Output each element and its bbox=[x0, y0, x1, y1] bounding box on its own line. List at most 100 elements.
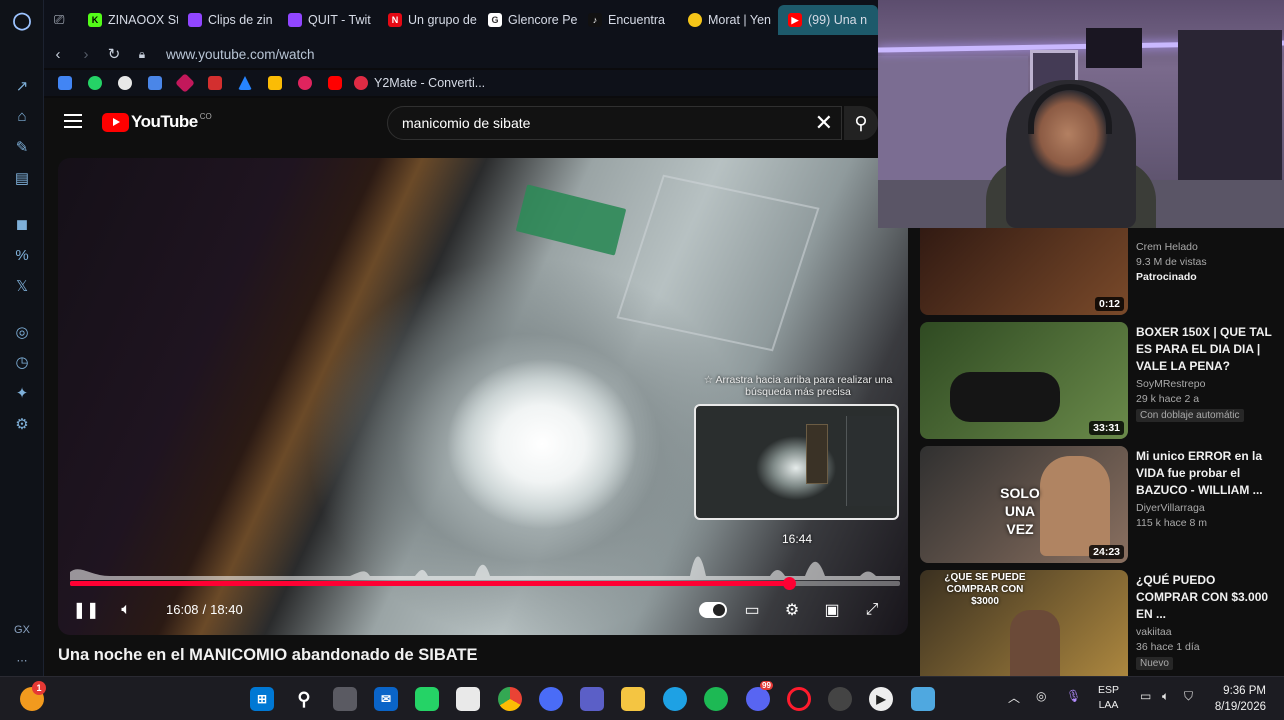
pen-icon[interactable]: ✎ bbox=[12, 137, 32, 157]
back-arrow-icon[interactable]: ‹ bbox=[44, 46, 72, 63]
bookmark-y2mate[interactable]: Y2Mate - Converti... bbox=[354, 76, 485, 90]
recommendation-item[interactable]: SOLO UNA VEZ 24:23 Mi unico ERROR en la … bbox=[920, 446, 1284, 564]
video-thumbnail[interactable]: SOLO UNA VEZ 24:23 bbox=[920, 446, 1128, 563]
video-title[interactable]: BOXER 150X | QUE TAL ES PARA EL DIA DIA … bbox=[1136, 324, 1276, 375]
bookmark-atlassian[interactable] bbox=[230, 74, 260, 92]
browser-tab[interactable]: N Un grupo de bbox=[378, 5, 478, 35]
settings-icon[interactable]: ⚙ bbox=[12, 414, 32, 434]
clear-search-icon[interactable]: ✕ bbox=[815, 111, 833, 135]
progress-bar[interactable] bbox=[70, 577, 900, 590]
network-icon[interactable]: ▭ bbox=[1140, 689, 1151, 703]
more-icon[interactable]: ⋯ bbox=[12, 650, 32, 670]
tab-manager[interactable]: ⎚ bbox=[44, 5, 78, 35]
video-title[interactable]: ¿QUÉ PUEDO COMPRAR CON $3.000 EN ... bbox=[1136, 572, 1276, 623]
video-thumbnail[interactable]: 0:12 bbox=[920, 228, 1128, 315]
settings-button[interactable]: ⚙ bbox=[780, 598, 804, 622]
store-icon[interactable] bbox=[456, 687, 480, 711]
tray-chevron-icon[interactable]: ︿ bbox=[1008, 689, 1020, 706]
tray-app-icon[interactable]: ◎ bbox=[1036, 689, 1046, 703]
browser-tab[interactable]: Morat | Yen bbox=[678, 5, 778, 35]
workspaces-icon[interactable]: ⌂ bbox=[12, 106, 32, 126]
mail-icon[interactable]: ✉ bbox=[374, 687, 398, 711]
browser-tab[interactable]: ♪ Encuentra bbox=[578, 5, 678, 35]
opera-gx-icon[interactable] bbox=[787, 687, 811, 711]
tab-strip: ⎚ K ZINAOOX St Clips de zin QUIT - Twit N… bbox=[44, 0, 878, 40]
chrome-icon[interactable] bbox=[498, 687, 522, 711]
player-icon[interactable]: ◎ bbox=[12, 322, 32, 342]
bookmark-notes[interactable] bbox=[260, 74, 290, 92]
lock-icon[interactable]: 🔒︎ bbox=[128, 47, 156, 62]
hamburger-menu-icon[interactable] bbox=[64, 114, 82, 128]
percent-icon[interactable]: % bbox=[12, 245, 32, 265]
video-thumbnail[interactable]: ¿QUE SE PUEDE COMPRAR CON $3000 bbox=[920, 570, 1128, 676]
forward-arrow-icon[interactable]: › bbox=[72, 46, 100, 63]
bookmark-music[interactable] bbox=[290, 74, 320, 92]
gx-icon[interactable]: GX bbox=[12, 620, 32, 640]
volume-button[interactable]: 🔈︎ bbox=[114, 598, 138, 622]
aria-icon[interactable]: ↗ bbox=[12, 76, 32, 96]
bookmark-app[interactable] bbox=[170, 73, 200, 93]
channel-name[interactable]: vakiitaa bbox=[1136, 626, 1276, 638]
browser-tab[interactable]: Clips de zin bbox=[178, 5, 278, 35]
extensions-icon[interactable]: ✦ bbox=[12, 383, 32, 403]
twitch-icon[interactable]: ◼ bbox=[12, 214, 32, 234]
browser-tab[interactable]: QUIT - Twit bbox=[278, 5, 378, 35]
brave-icon[interactable] bbox=[539, 687, 563, 711]
teams-icon[interactable] bbox=[580, 687, 604, 711]
search-icon[interactable]: ⚲ bbox=[292, 687, 316, 711]
media-player-icon[interactable]: ▶ bbox=[869, 687, 893, 711]
chart-icon[interactable]: ▤ bbox=[12, 168, 32, 188]
task-view-icon[interactable] bbox=[333, 687, 357, 711]
tab-label: QUIT - Twit bbox=[308, 13, 371, 27]
clock-time: 9:36 PM bbox=[1223, 685, 1266, 697]
browser-tab[interactable]: K ZINAOOX St bbox=[78, 5, 178, 35]
url-field[interactable]: www.youtube.com/watch bbox=[166, 47, 315, 62]
search-button[interactable]: ⚲ bbox=[844, 106, 878, 140]
browser-tab[interactable]: G Glencore Pe bbox=[478, 5, 578, 35]
obs-icon[interactable] bbox=[828, 687, 852, 711]
bookmark-translate[interactable] bbox=[140, 74, 170, 92]
reload-icon[interactable]: ↻ bbox=[100, 45, 128, 63]
weather-widget-icon[interactable]: 1 bbox=[20, 681, 46, 711]
start-icon[interactable]: ⊞ bbox=[250, 687, 274, 711]
whatsapp-icon[interactable] bbox=[415, 687, 439, 711]
notepad-icon[interactable] bbox=[911, 687, 935, 711]
bookmark-whatsapp[interactable] bbox=[80, 74, 110, 92]
new-badge: Nuevo bbox=[1136, 657, 1173, 670]
bookmark-pdf[interactable] bbox=[200, 74, 230, 92]
bookmark-youtube[interactable] bbox=[320, 74, 350, 92]
youtube-logo[interactable]: YouTube CO bbox=[102, 112, 212, 132]
subtitles-button[interactable]: ▭ bbox=[740, 598, 764, 622]
video-title[interactable]: Mi unico ERROR en la VIDA fue probar el … bbox=[1136, 448, 1276, 499]
file-explorer-icon[interactable] bbox=[621, 687, 645, 711]
x-twitter-icon[interactable]: 𝕏 bbox=[12, 276, 32, 296]
discord-icon[interactable]: 99 bbox=[746, 681, 773, 711]
bookmark-docs[interactable] bbox=[50, 74, 80, 92]
theater-mode-button[interactable]: ▣ bbox=[820, 598, 844, 622]
scrubber-handle[interactable] bbox=[782, 577, 796, 590]
browser-tab-active[interactable]: ▶ (99) Una n bbox=[778, 5, 878, 35]
autoplay-toggle[interactable] bbox=[698, 598, 728, 622]
bookmark-chatgpt[interactable] bbox=[110, 74, 140, 92]
pause-button[interactable]: ❚❚ bbox=[73, 598, 100, 622]
video-player[interactable]: ☆ Arrastra hacia arriba para realizar un… bbox=[58, 158, 908, 635]
search-input[interactable]: manicomio de sibate ✕ bbox=[387, 106, 842, 140]
recommendation-item[interactable]: ¿QUE SE PUEDE COMPRAR CON $3000 ¿QUÉ PUE… bbox=[920, 570, 1284, 676]
recommendation-item[interactable]: 33:31 BOXER 150X | QUE TAL ES PARA EL DI… bbox=[920, 322, 1284, 440]
spotify-icon[interactable] bbox=[704, 687, 728, 711]
opera-logo-icon[interactable]: ◯ bbox=[12, 11, 32, 31]
video-thumbnail[interactable]: 33:31 bbox=[920, 322, 1128, 439]
edge-icon[interactable] bbox=[663, 687, 687, 711]
fullscreen-button[interactable]: ⤢ bbox=[860, 598, 884, 622]
clock[interactable]: 9:36 PM 8/19/2026 bbox=[1215, 683, 1266, 715]
channel-name[interactable]: Crem Helado bbox=[1136, 241, 1276, 253]
channel-name[interactable]: SoyMRestrepo bbox=[1136, 378, 1276, 390]
recommendation-item[interactable]: 0:12 Crem Helado 9.3 M de vistas Patroci… bbox=[920, 228, 1284, 316]
microphone-icon[interactable]: 🎙︎ bbox=[1066, 689, 1081, 703]
sponsored-label: Patrocinado bbox=[1136, 271, 1197, 283]
channel-name[interactable]: DiyerVillarraga bbox=[1136, 502, 1276, 514]
language-indicator[interactable]: ESP LAA bbox=[1098, 683, 1119, 713]
history-icon[interactable]: ◷ bbox=[12, 352, 32, 372]
shield-icon[interactable]: ⛉ bbox=[1184, 689, 1193, 704]
volume-icon[interactable]: 🔈︎ bbox=[1162, 689, 1169, 704]
